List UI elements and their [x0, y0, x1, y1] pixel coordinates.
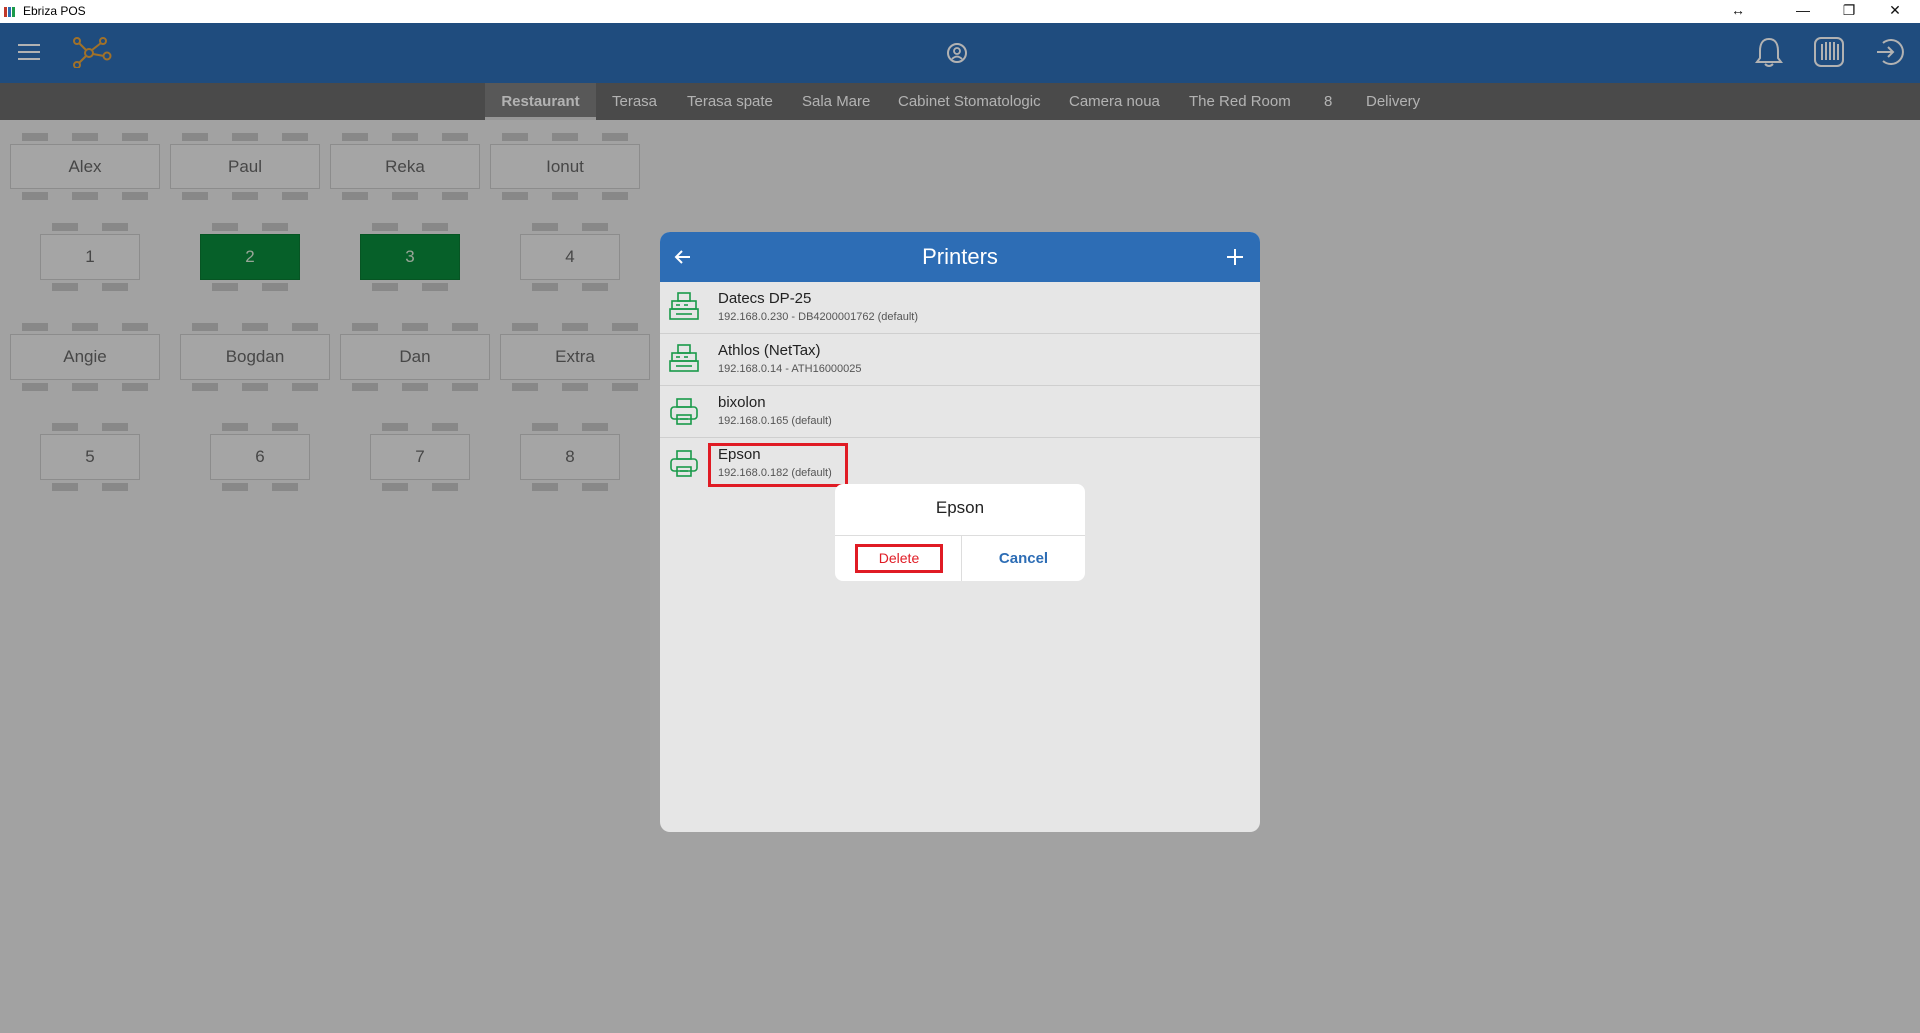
printer-name: bixolon: [718, 394, 766, 411]
minimize-button[interactable]: —: [1780, 0, 1826, 23]
printer-address: 192.168.0.14 - ATH16000025: [718, 363, 862, 375]
close-button[interactable]: ✕: [1872, 0, 1918, 23]
printer-name: Datecs DP-25: [718, 290, 812, 307]
printer-address: 192.168.0.230 - DB4200001762 (default): [718, 311, 918, 323]
printer-row[interactable]: bixolon 192.168.0.165 (default): [660, 386, 1260, 438]
resize-icon[interactable]: ↔: [1715, 0, 1761, 23]
printers-modal-title: Printers: [922, 244, 998, 269]
fiscal-printer-icon: [669, 292, 699, 320]
window-title: Ebriza POS: [23, 4, 86, 18]
restore-button[interactable]: ❐: [1826, 0, 1872, 23]
epson-highlight-box: [708, 443, 848, 487]
printer-name: Athlos (NetTax): [718, 342, 821, 359]
plus-icon[interactable]: [1225, 247, 1245, 267]
confirm-dialog-title: Epson: [935, 498, 985, 517]
printer-row[interactable]: Datecs DP-25 192.168.0.230 - DB420000176…: [660, 282, 1260, 334]
fiscal-printer-icon: [669, 344, 699, 372]
arrow-left-icon[interactable]: [674, 249, 692, 265]
cancel-button[interactable]: Cancel: [962, 536, 1085, 581]
app-logo-icon: [4, 6, 18, 17]
printer-icon: [670, 450, 698, 477]
window-titlebar: Ebriza POS ↔ — ❐ ✕: [0, 0, 1920, 23]
delete-button[interactable]: Delete: [855, 544, 943, 573]
delete-confirm-dialog: Epson Delete Cancel: [835, 484, 1085, 581]
printer-row[interactable]: Athlos (NetTax) 192.168.0.14 - ATH160000…: [660, 334, 1260, 386]
printer-icon: [670, 398, 698, 425]
printer-address: 192.168.0.165 (default): [718, 415, 832, 427]
